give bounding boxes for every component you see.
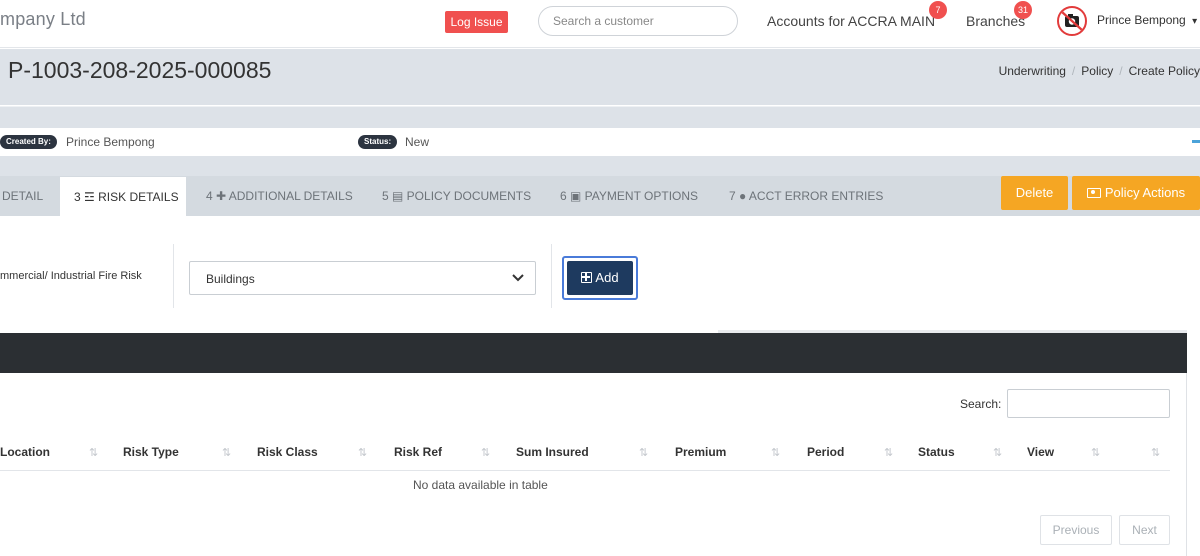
add-label: Add: [595, 270, 619, 285]
money-icon: [1086, 188, 1101, 198]
user-name: Prince Bempong: [1097, 13, 1186, 27]
tab-payment-options[interactable]: 6 ▣ PAYMENT OPTIONS: [560, 176, 698, 216]
accounts-link[interactable]: Accounts for ACCRA MAIN 7: [767, 1, 947, 29]
sort-icon[interactable]: ⇅: [639, 446, 648, 459]
breadcrumb-separator: /: [1071, 64, 1076, 78]
policy-actions-label: Policy Actions: [1104, 185, 1186, 200]
branches-link[interactable]: Branches 31: [966, 1, 1033, 29]
pagination-previous-button[interactable]: Previous: [1040, 515, 1112, 545]
user-menu[interactable]: Prince Bempong ▾: [1097, 13, 1197, 27]
column-header-risk-ref[interactable]: Risk Ref: [394, 445, 442, 459]
sort-icon[interactable]: ⇅: [1151, 446, 1160, 459]
accounts-label: Accounts for ACCRA MAIN: [767, 13, 936, 29]
column-header-location[interactable]: Location: [0, 445, 50, 459]
top-navbar: mpany Ltd Log Issue Accounts for ACCRA M…: [0, 0, 1200, 48]
breadcrumb-underwriting[interactable]: Underwriting: [999, 64, 1066, 78]
sort-icon[interactable]: ⇅: [481, 446, 490, 459]
risk-type-selected: Buildings: [206, 272, 255, 286]
column-divider: [173, 244, 174, 308]
breadcrumb-separator: /: [1119, 64, 1123, 78]
column-header-sum-insured[interactable]: Sum Insured: [516, 445, 589, 459]
log-issue-button[interactable]: Log Issue: [445, 11, 508, 33]
table-header-divider: [0, 470, 1170, 471]
sort-icon[interactable]: ⇅: [993, 446, 1002, 459]
column-header-risk-class[interactable]: Risk Class: [257, 445, 318, 459]
tab-additional-details[interactable]: 4 ✚ ADDITIONAL DETAILS: [206, 176, 353, 216]
status-pill: Status:: [358, 135, 398, 149]
table-empty-message: No data available in table: [413, 478, 548, 492]
policy-actions-button[interactable]: Policy Actions: [1072, 176, 1200, 210]
customer-search[interactable]: [538, 6, 738, 36]
sort-icon[interactable]: ⇅: [1091, 446, 1100, 459]
sort-icon[interactable]: ⇅: [884, 446, 893, 459]
delete-button[interactable]: Delete: [1001, 176, 1068, 210]
status-value: New: [405, 135, 430, 149]
panel-header: [0, 333, 1187, 373]
column-header-period[interactable]: Period: [807, 445, 844, 459]
risk-type-select[interactable]: Buildings: [189, 261, 536, 295]
sort-icon[interactable]: ⇅: [222, 446, 231, 459]
breadcrumb: Underwriting / Policy / Create Policy: [999, 64, 1200, 78]
column-header-status[interactable]: Status: [918, 445, 955, 459]
risk-category-label: mmercial/ Industrial Fire Risk: [0, 270, 142, 282]
tab-detail[interactable]: DETAIL: [2, 176, 43, 216]
breadcrumb-policy[interactable]: Policy: [1081, 64, 1113, 78]
add-risk-button[interactable]: Add: [562, 256, 638, 300]
policy-info-row: Created By: Prince Bempong Status: New: [0, 128, 1200, 156]
sort-icon[interactable]: ⇅: [89, 446, 98, 459]
table-search-label: Search:: [960, 397, 1002, 411]
column-header-risk-type[interactable]: Risk Type: [123, 445, 179, 459]
chevron-down-icon: [512, 274, 524, 282]
customer-search-input[interactable]: [539, 7, 737, 35]
accounts-badge: 7: [929, 1, 947, 19]
edge-indicator: [1192, 140, 1200, 143]
column-divider: [551, 244, 552, 308]
plus-square-icon: [581, 272, 593, 283]
sort-icon[interactable]: ⇅: [771, 446, 780, 459]
user-avatar[interactable]: [1057, 6, 1087, 36]
page-header: P-1003-208-2025-000085 Underwriting / Poli…: [0, 49, 1200, 105]
tab-risk-details[interactable]: 3 ☲ RISK DETAILS: [60, 176, 186, 216]
branches-badge: 31: [1014, 1, 1033, 19]
chevron-down-icon: ▾: [1192, 16, 1198, 27]
tab-policy-documents[interactable]: 5 ▤ POLICY DOCUMENTS: [382, 176, 531, 216]
column-header-view[interactable]: View: [1027, 445, 1054, 459]
created-by-pill: Created By:: [0, 135, 57, 149]
column-header-premium[interactable]: Premium: [675, 445, 726, 459]
no-photo-icon: [1061, 11, 1083, 31]
sort-icon[interactable]: ⇅: [358, 446, 367, 459]
company-brand: mpany Ltd: [0, 9, 86, 29]
add-risk-button-inner[interactable]: Add: [567, 261, 633, 295]
breadcrumb-create-policy: Create Policy: [1128, 64, 1200, 78]
table-search-input[interactable]: [1007, 389, 1170, 418]
header-divider-strip: [0, 106, 1200, 128]
page-title: P-1003-208-2025-000085: [8, 57, 272, 83]
pagination-next-button[interactable]: Next: [1119, 515, 1170, 545]
created-by-value: Prince Bempong: [66, 135, 155, 149]
tab-acct-error-entries[interactable]: 7 ● ACCT ERROR ENTRIES: [729, 176, 883, 216]
